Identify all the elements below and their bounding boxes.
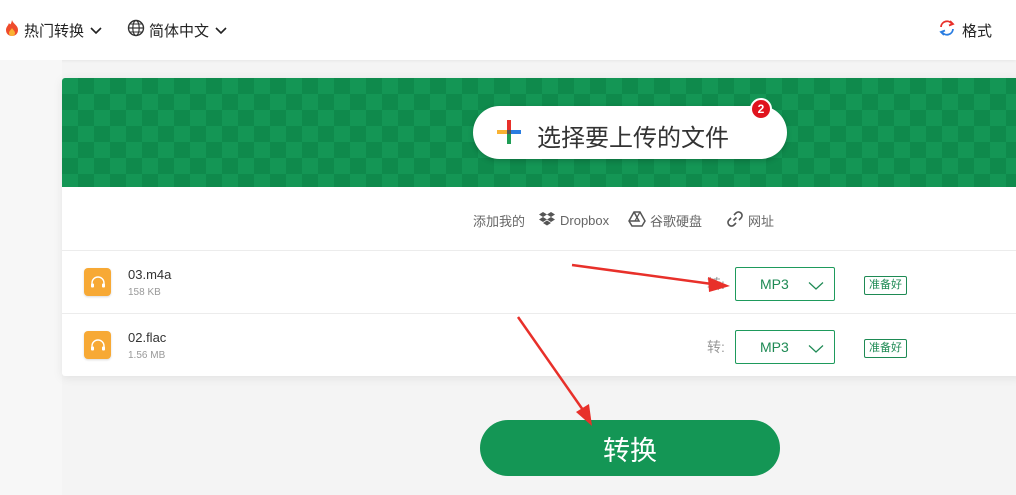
convert-arrows-icon [938, 19, 956, 41]
format-select[interactable]: MP3 [735, 267, 835, 301]
file-name: 02.flac [128, 330, 167, 345]
chevron-down-icon [808, 278, 824, 296]
url-link[interactable]: 网址 [726, 210, 775, 231]
plus-icon [497, 120, 521, 144]
language-menu[interactable]: 简体中文 [127, 18, 227, 42]
format-value: MP3 [760, 339, 789, 355]
dropbox-icon [538, 211, 556, 230]
choose-file-button[interactable]: 选择要上传的文件 [473, 106, 787, 159]
hot-convert-menu[interactable]: 热门转换 [4, 18, 102, 42]
file-size: 1.56 MB [128, 350, 166, 361]
google-drive-link[interactable]: 谷歌硬盘 [628, 210, 703, 230]
link-icon [726, 210, 744, 231]
file-name: 03.m4a [128, 267, 172, 282]
format-label: 格式 [961, 22, 992, 40]
format-link[interactable]: 格式 [938, 18, 992, 42]
convert-to-label: 转: [707, 339, 725, 355]
file-size: 158 KB [128, 287, 161, 298]
globe-icon [127, 19, 145, 41]
file-row: 02.flac 1.56 MB 转: MP3 准备好 [62, 314, 1016, 376]
headphones-icon [84, 331, 111, 359]
left-background [0, 60, 62, 495]
dropbox-link[interactable]: Dropbox [538, 211, 609, 229]
sources-prefix: 添加我的 [473, 213, 526, 229]
status-badge: 准备好 [864, 276, 907, 295]
format-select[interactable]: MP3 [735, 330, 835, 364]
dropbox-label: Dropbox [560, 212, 610, 228]
converter-card: 选择要上传的文件 2 添加我的 Dropbox 谷歌硬盘 网址 03.m4a 1… [62, 78, 1016, 376]
fire-icon [4, 19, 20, 41]
file-row: 03.m4a 158 KB 转: MP3 准备好 [62, 251, 1016, 314]
convert-to-label: 转: [707, 276, 725, 292]
choose-file-label: 选择要上传的文件 [537, 125, 729, 152]
chevron-down-icon [808, 341, 824, 359]
hot-convert-label: 热门转换 [24, 22, 85, 40]
chevron-down-icon [215, 22, 227, 39]
chevron-down-icon [90, 22, 102, 39]
top-nav-bar: 热门转换 简体中文 格式 [0, 0, 1016, 60]
status-badge: 准备好 [864, 339, 907, 358]
language-label: 简体中文 [149, 22, 210, 40]
url-label: 网址 [748, 213, 775, 229]
upload-sources: 添加我的 Dropbox 谷歌硬盘 网址 [62, 187, 1016, 251]
google-drive-label: 谷歌硬盘 [650, 213, 703, 229]
format-value: MP3 [760, 276, 789, 292]
convert-button[interactable]: 转换 [480, 420, 780, 476]
file-count-badge: 2 [750, 98, 772, 120]
headphones-icon [84, 268, 111, 296]
google-drive-icon [628, 210, 646, 230]
